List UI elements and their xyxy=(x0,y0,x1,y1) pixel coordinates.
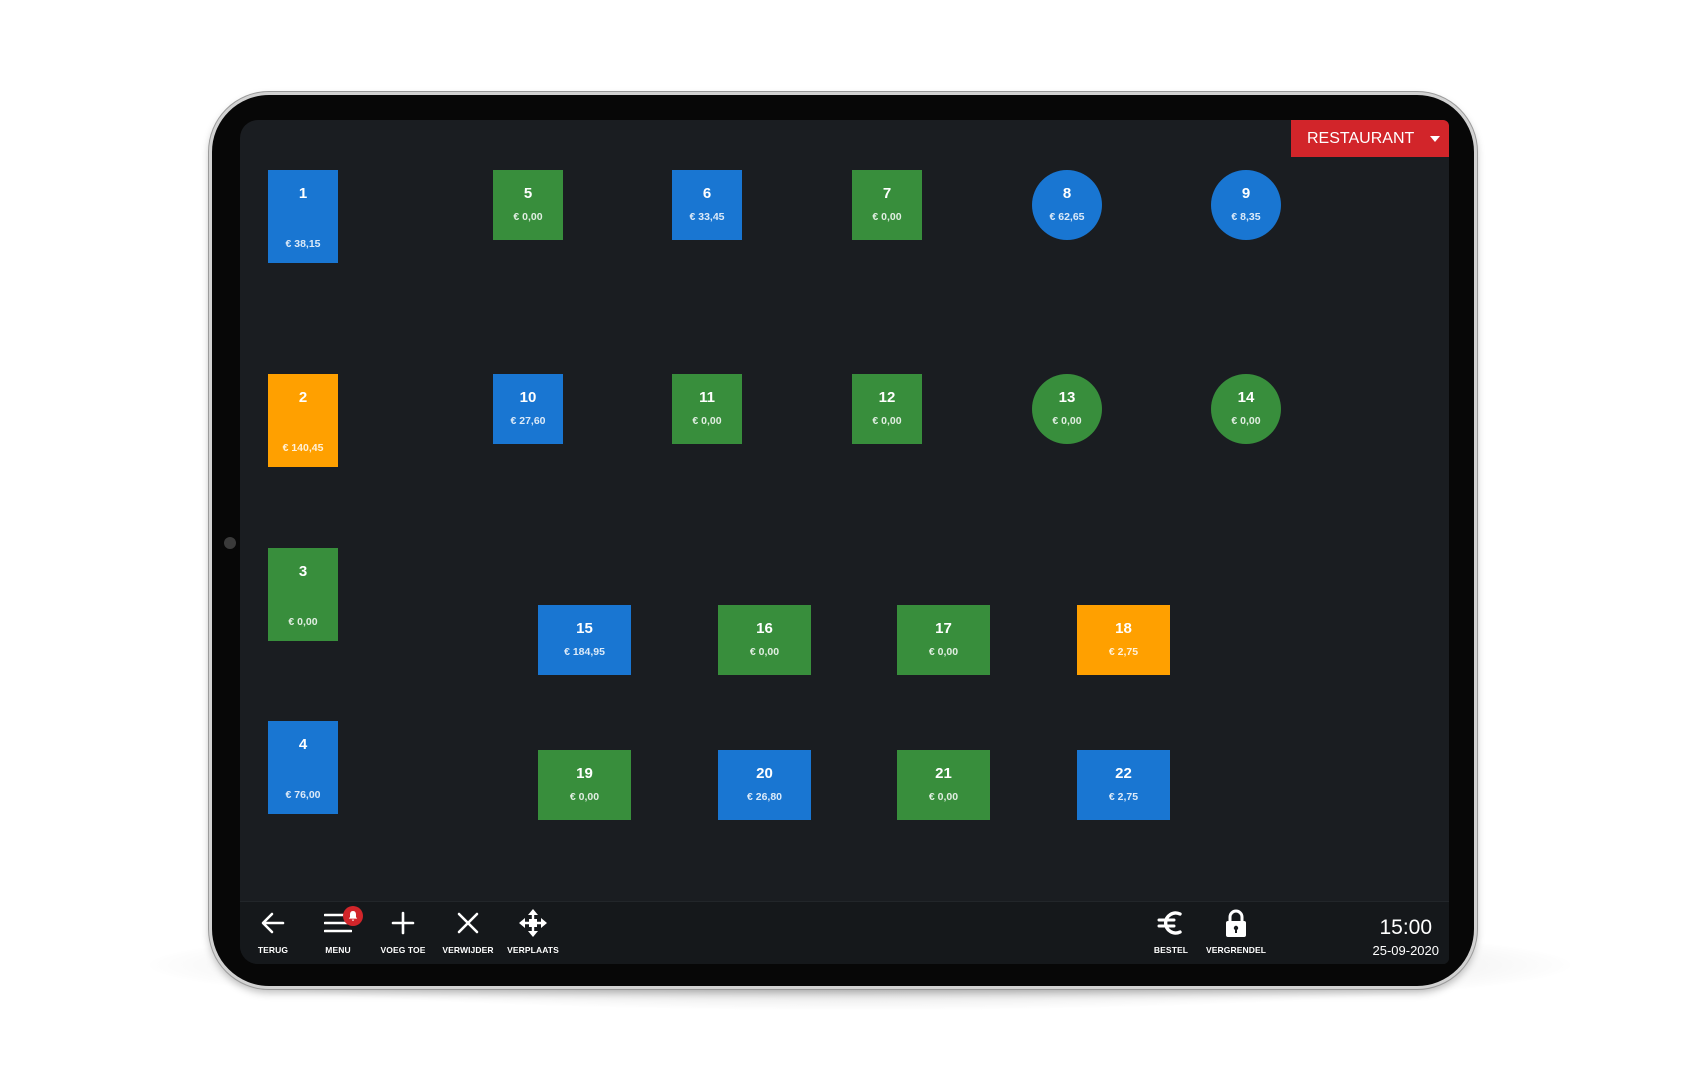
table-amount: € 0,00 xyxy=(872,211,902,223)
add-button[interactable]: VOEG TOE xyxy=(370,908,436,960)
add-label: VOEG TOE xyxy=(380,945,426,955)
remove-label: VERWIJDER xyxy=(442,945,494,955)
table-13[interactable]: 13 € 0,00 xyxy=(1032,374,1102,444)
table-amount: € 0,00 xyxy=(749,646,780,658)
table-amount: € 0,00 xyxy=(872,415,902,427)
table-21[interactable]: 21 € 0,00 xyxy=(897,750,990,820)
table-2[interactable]: 2 € 140,45 xyxy=(268,374,338,467)
table-amount: € 0,00 xyxy=(569,791,600,803)
table-number: 20 xyxy=(756,765,773,782)
table-number: 17 xyxy=(935,620,952,637)
table-15[interactable]: 15 € 184,95 xyxy=(538,605,631,675)
table-10[interactable]: 10 € 27,60 xyxy=(493,374,563,444)
table-22[interactable]: 22 € 2,75 xyxy=(1077,750,1170,820)
table-7[interactable]: 7 € 0,00 xyxy=(852,170,922,240)
notification-badge xyxy=(343,906,363,926)
table-number: 18 xyxy=(1115,620,1132,637)
plus-icon xyxy=(388,908,418,938)
table-1[interactable]: 1 € 38,15 xyxy=(268,170,338,263)
table-amount: € 2,75 xyxy=(1108,646,1139,658)
clock: 15:00 25-09-2020 xyxy=(1373,916,1440,958)
lock-label: VERGRENDEL xyxy=(1205,945,1267,955)
table-number: 7 xyxy=(882,185,892,202)
area-dropdown[interactable]: RESTAURANT xyxy=(1291,120,1449,157)
table-6[interactable]: 6 € 33,45 xyxy=(672,170,742,240)
table-number: 19 xyxy=(576,765,593,782)
table-3[interactable]: 3 € 0,00 xyxy=(268,548,338,641)
remove-button[interactable]: VERWIJDER xyxy=(435,908,501,960)
lock-icon xyxy=(1221,908,1251,938)
back-button[interactable]: TERUG xyxy=(240,908,306,960)
table-number: 14 xyxy=(1237,389,1255,406)
camera-dot xyxy=(224,537,236,549)
table-amount: € 33,45 xyxy=(689,211,725,223)
table-20[interactable]: 20 € 26,80 xyxy=(718,750,811,820)
table-amount: € 0,00 xyxy=(288,616,318,628)
lock-button[interactable]: VERGRENDEL xyxy=(1203,908,1269,960)
table-9[interactable]: 9 € 8,35 xyxy=(1211,170,1281,240)
move-label: VERPLAATS xyxy=(507,945,559,955)
table-16[interactable]: 16 € 0,00 xyxy=(718,605,811,675)
table-amount: € 0,00 xyxy=(1231,415,1261,427)
table-amount: € 184,95 xyxy=(564,646,605,658)
table-number: 3 xyxy=(298,563,308,580)
table-amount: € 0,00 xyxy=(928,646,959,658)
clock-time: 15:00 xyxy=(1379,916,1433,939)
table-5[interactable]: 5 € 0,00 xyxy=(493,170,563,240)
table-amount: € 76,00 xyxy=(285,789,321,801)
table-11[interactable]: 11 € 0,00 xyxy=(672,374,742,444)
arrow-left-icon xyxy=(258,908,288,938)
table-14[interactable]: 14 € 0,00 xyxy=(1211,374,1281,444)
table-amount: € 62,65 xyxy=(1049,211,1085,223)
table-number: 15 xyxy=(576,620,593,637)
table-number: 9 xyxy=(1241,185,1251,202)
move-arrows-icon xyxy=(518,908,548,938)
move-button[interactable]: VERPLAATS xyxy=(500,908,566,960)
close-icon xyxy=(453,908,483,938)
bottom-toolbar: TERUG MENU VOEG TOE VERWIJDER VERPLAATS … xyxy=(240,901,1449,964)
table-amount: € 0,00 xyxy=(1052,415,1082,427)
table-17[interactable]: 17 € 0,00 xyxy=(897,605,990,675)
table-8[interactable]: 8 € 62,65 xyxy=(1032,170,1102,240)
bell-icon xyxy=(348,911,358,921)
table-12[interactable]: 12 € 0,00 xyxy=(852,374,922,444)
menu-label: MENU xyxy=(325,945,351,955)
area-dropdown-label: RESTAURANT xyxy=(1307,129,1415,147)
table-number: 21 xyxy=(935,765,952,782)
table-4[interactable]: 4 € 76,00 xyxy=(268,721,338,814)
table-number: 4 xyxy=(298,736,308,753)
table-amount: € 0,00 xyxy=(928,791,959,803)
pos-screen: RESTAURANT 1 € 38,15 2 € 140,45 3 € 0,00 4 € 76… xyxy=(240,120,1449,964)
table-number: 11 xyxy=(699,389,715,406)
table-amount: € 0,00 xyxy=(513,211,543,223)
table-number: 6 xyxy=(702,185,712,202)
table-number: 1 xyxy=(298,185,308,202)
back-label: TERUG xyxy=(257,945,289,955)
table-amount: € 27,60 xyxy=(510,415,546,427)
order-button[interactable]: BESTEL xyxy=(1138,908,1204,960)
menu-button[interactable]: MENU xyxy=(305,906,371,960)
table-amount: € 26,80 xyxy=(746,791,783,803)
clock-date: 25-09-2020 xyxy=(1372,943,1440,958)
euro-icon xyxy=(1156,908,1186,938)
table-amount: € 0,00 xyxy=(692,415,722,427)
table-19[interactable]: 19 € 0,00 xyxy=(538,750,631,820)
table-number: 10 xyxy=(519,389,537,406)
table-number: 13 xyxy=(1058,389,1076,406)
table-amount: € 8,35 xyxy=(1231,211,1261,223)
table-number: 2 xyxy=(298,389,308,406)
order-label: BESTEL xyxy=(1153,945,1189,955)
table-number: 8 xyxy=(1062,185,1072,202)
table-amount: € 2,75 xyxy=(1108,791,1139,803)
table-number: 16 xyxy=(756,620,773,637)
chevron-down-icon xyxy=(1430,135,1440,142)
table-18[interactable]: 18 € 2,75 xyxy=(1077,605,1170,675)
table-amount: € 140,45 xyxy=(282,442,324,454)
table-number: 5 xyxy=(523,185,533,202)
table-number: 22 xyxy=(1115,765,1132,782)
table-number: 12 xyxy=(878,389,896,406)
table-amount: € 38,15 xyxy=(285,238,321,250)
